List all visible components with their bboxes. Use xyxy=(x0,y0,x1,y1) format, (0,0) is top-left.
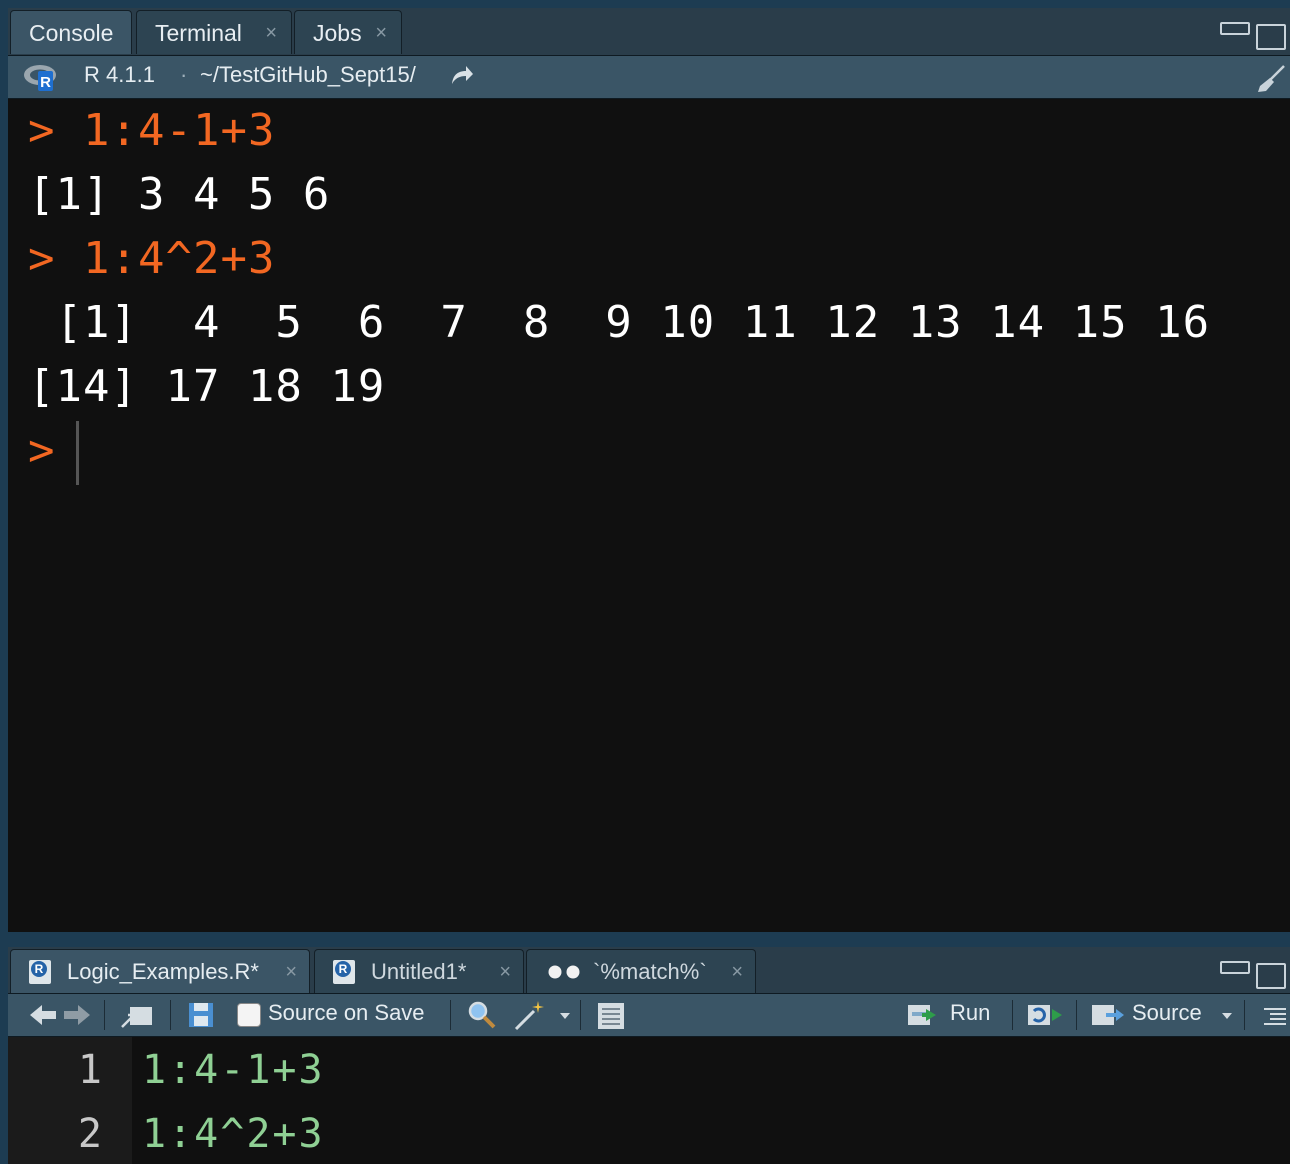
tab-terminal[interactable]: Terminal × xyxy=(136,10,292,54)
prompt-symbol: > xyxy=(28,105,56,156)
code-line[interactable]: 1:4-1+3 xyxy=(142,1047,325,1093)
close-icon[interactable]: × xyxy=(285,950,297,994)
source-icon[interactable] xyxy=(1090,999,1130,1031)
toolbar-separator xyxy=(1244,1000,1245,1030)
tab-logic-examples[interactable]: R Logic_Examples.R* × xyxy=(10,949,310,993)
line-number: 2 xyxy=(77,1111,102,1157)
code-line[interactable]: 1:4^2+3 xyxy=(142,1111,325,1157)
line-number-gutter: 1 2 xyxy=(8,1037,132,1164)
line-number: 1 xyxy=(77,1047,102,1093)
minimize-pane-icon[interactable] xyxy=(1220,22,1250,35)
command-text: 1:4^2+3 xyxy=(83,233,276,284)
toolbar-separator xyxy=(104,1000,105,1030)
source-button-label[interactable]: Source xyxy=(1132,1000,1202,1026)
tab-terminal-label: Terminal xyxy=(155,20,242,46)
r-file-icon: R xyxy=(333,960,355,984)
forward-arrow-icon[interactable] xyxy=(62,999,92,1031)
close-icon[interactable]: × xyxy=(265,11,277,55)
maximize-pane-icon[interactable] xyxy=(1256,24,1286,50)
close-icon[interactable]: × xyxy=(499,950,511,994)
console-input-line[interactable]: > xyxy=(28,425,56,476)
console-info-bar: R R 4.1.1 · ~/TestGitHub_Sept15/ xyxy=(8,56,1290,99)
clear-console-icon[interactable] xyxy=(1256,64,1286,94)
rerun-icon[interactable] xyxy=(1026,999,1066,1031)
source-editor[interactable]: 1 2 1:4-1+3 1:4^2+3 xyxy=(8,1037,1290,1164)
back-arrow-icon[interactable] xyxy=(28,999,58,1031)
editor-tab-bar: R Logic_Examples.R* × R Untitled1* × `%m… xyxy=(8,947,1290,994)
document-outline-icon[interactable] xyxy=(1260,999,1288,1031)
close-icon[interactable]: × xyxy=(375,11,387,55)
close-icon[interactable]: × xyxy=(731,950,743,994)
show-in-window-icon[interactable] xyxy=(120,999,154,1031)
toolbar-separator xyxy=(450,1000,451,1030)
console-output[interactable]: > 1:4-1+3 [1] 3 4 5 6 > 1:4^2+3 [1] 4 5 … xyxy=(8,99,1290,932)
function-dots-icon xyxy=(548,965,580,979)
go-to-directory-icon[interactable] xyxy=(450,64,474,86)
tab-match-function[interactable]: `%match%` × xyxy=(526,949,756,993)
tab-console[interactable]: Console xyxy=(10,10,132,54)
maximize-pane-icon[interactable] xyxy=(1256,963,1286,989)
minimize-pane-icon[interactable] xyxy=(1220,961,1250,974)
prompt-symbol: > xyxy=(28,233,56,284)
working-directory-path: ~/TestGitHub_Sept15/ xyxy=(200,62,416,87)
tab-jobs[interactable]: Jobs × xyxy=(294,10,402,54)
console-output-line: [1] 3 4 5 6 xyxy=(28,169,331,220)
text-cursor xyxy=(76,421,79,485)
r-logo-icon: R xyxy=(24,65,56,91)
r-file-icon: R xyxy=(29,960,51,984)
console-command-line: > 1:4-1+3 xyxy=(28,105,275,156)
save-icon[interactable] xyxy=(188,999,214,1031)
toolbar-separator xyxy=(1012,1000,1013,1030)
code-tools-wand-icon[interactable] xyxy=(512,999,548,1031)
toolbar-separator xyxy=(1076,1000,1077,1030)
tab-jobs-label: Jobs xyxy=(313,20,362,46)
tab-untitled1-label: Untitled1* xyxy=(371,959,467,984)
command-text: 1:4-1+3 xyxy=(83,105,276,156)
tab-match-function-label: `%match%` xyxy=(593,959,707,984)
toolbar-separator xyxy=(170,1000,171,1030)
run-button-label[interactable]: Run xyxy=(950,1000,990,1026)
r-version-label: R 4.1.1 xyxy=(84,62,155,87)
tab-logic-examples-label: Logic_Examples.R* xyxy=(67,959,259,984)
console-output-line: [14] 17 18 19 xyxy=(28,361,386,412)
tab-console-label: Console xyxy=(29,20,114,46)
tab-untitled1[interactable]: R Untitled1* × xyxy=(314,949,524,993)
compile-report-icon[interactable] xyxy=(596,999,626,1031)
svg-text:R: R xyxy=(40,74,51,91)
editor-pane: R Logic_Examples.R* × R Untitled1* × `%m… xyxy=(8,947,1290,1164)
editor-toolbar: Source on Save Run Source xyxy=(8,994,1290,1037)
prompt-symbol: > xyxy=(28,425,56,476)
run-icon[interactable] xyxy=(906,999,946,1031)
separator-dot: · xyxy=(180,62,188,87)
console-tab-bar: Console Terminal × Jobs × xyxy=(8,8,1290,56)
source-on-save-label: Source on Save xyxy=(268,1000,425,1025)
console-pane: Console Terminal × Jobs × R R 4.1.1 · ~/… xyxy=(8,8,1290,932)
search-icon[interactable] xyxy=(466,999,498,1031)
chevron-down-icon[interactable] xyxy=(558,999,572,1031)
chevron-down-icon[interactable] xyxy=(1220,999,1234,1031)
source-on-save-checkbox[interactable] xyxy=(237,1003,261,1027)
console-output-line: [1] 4 5 6 7 8 9 10 11 12 13 14 15 16 xyxy=(28,297,1211,348)
console-command-line: > 1:4^2+3 xyxy=(28,233,275,284)
toolbar-separator xyxy=(580,1000,581,1030)
